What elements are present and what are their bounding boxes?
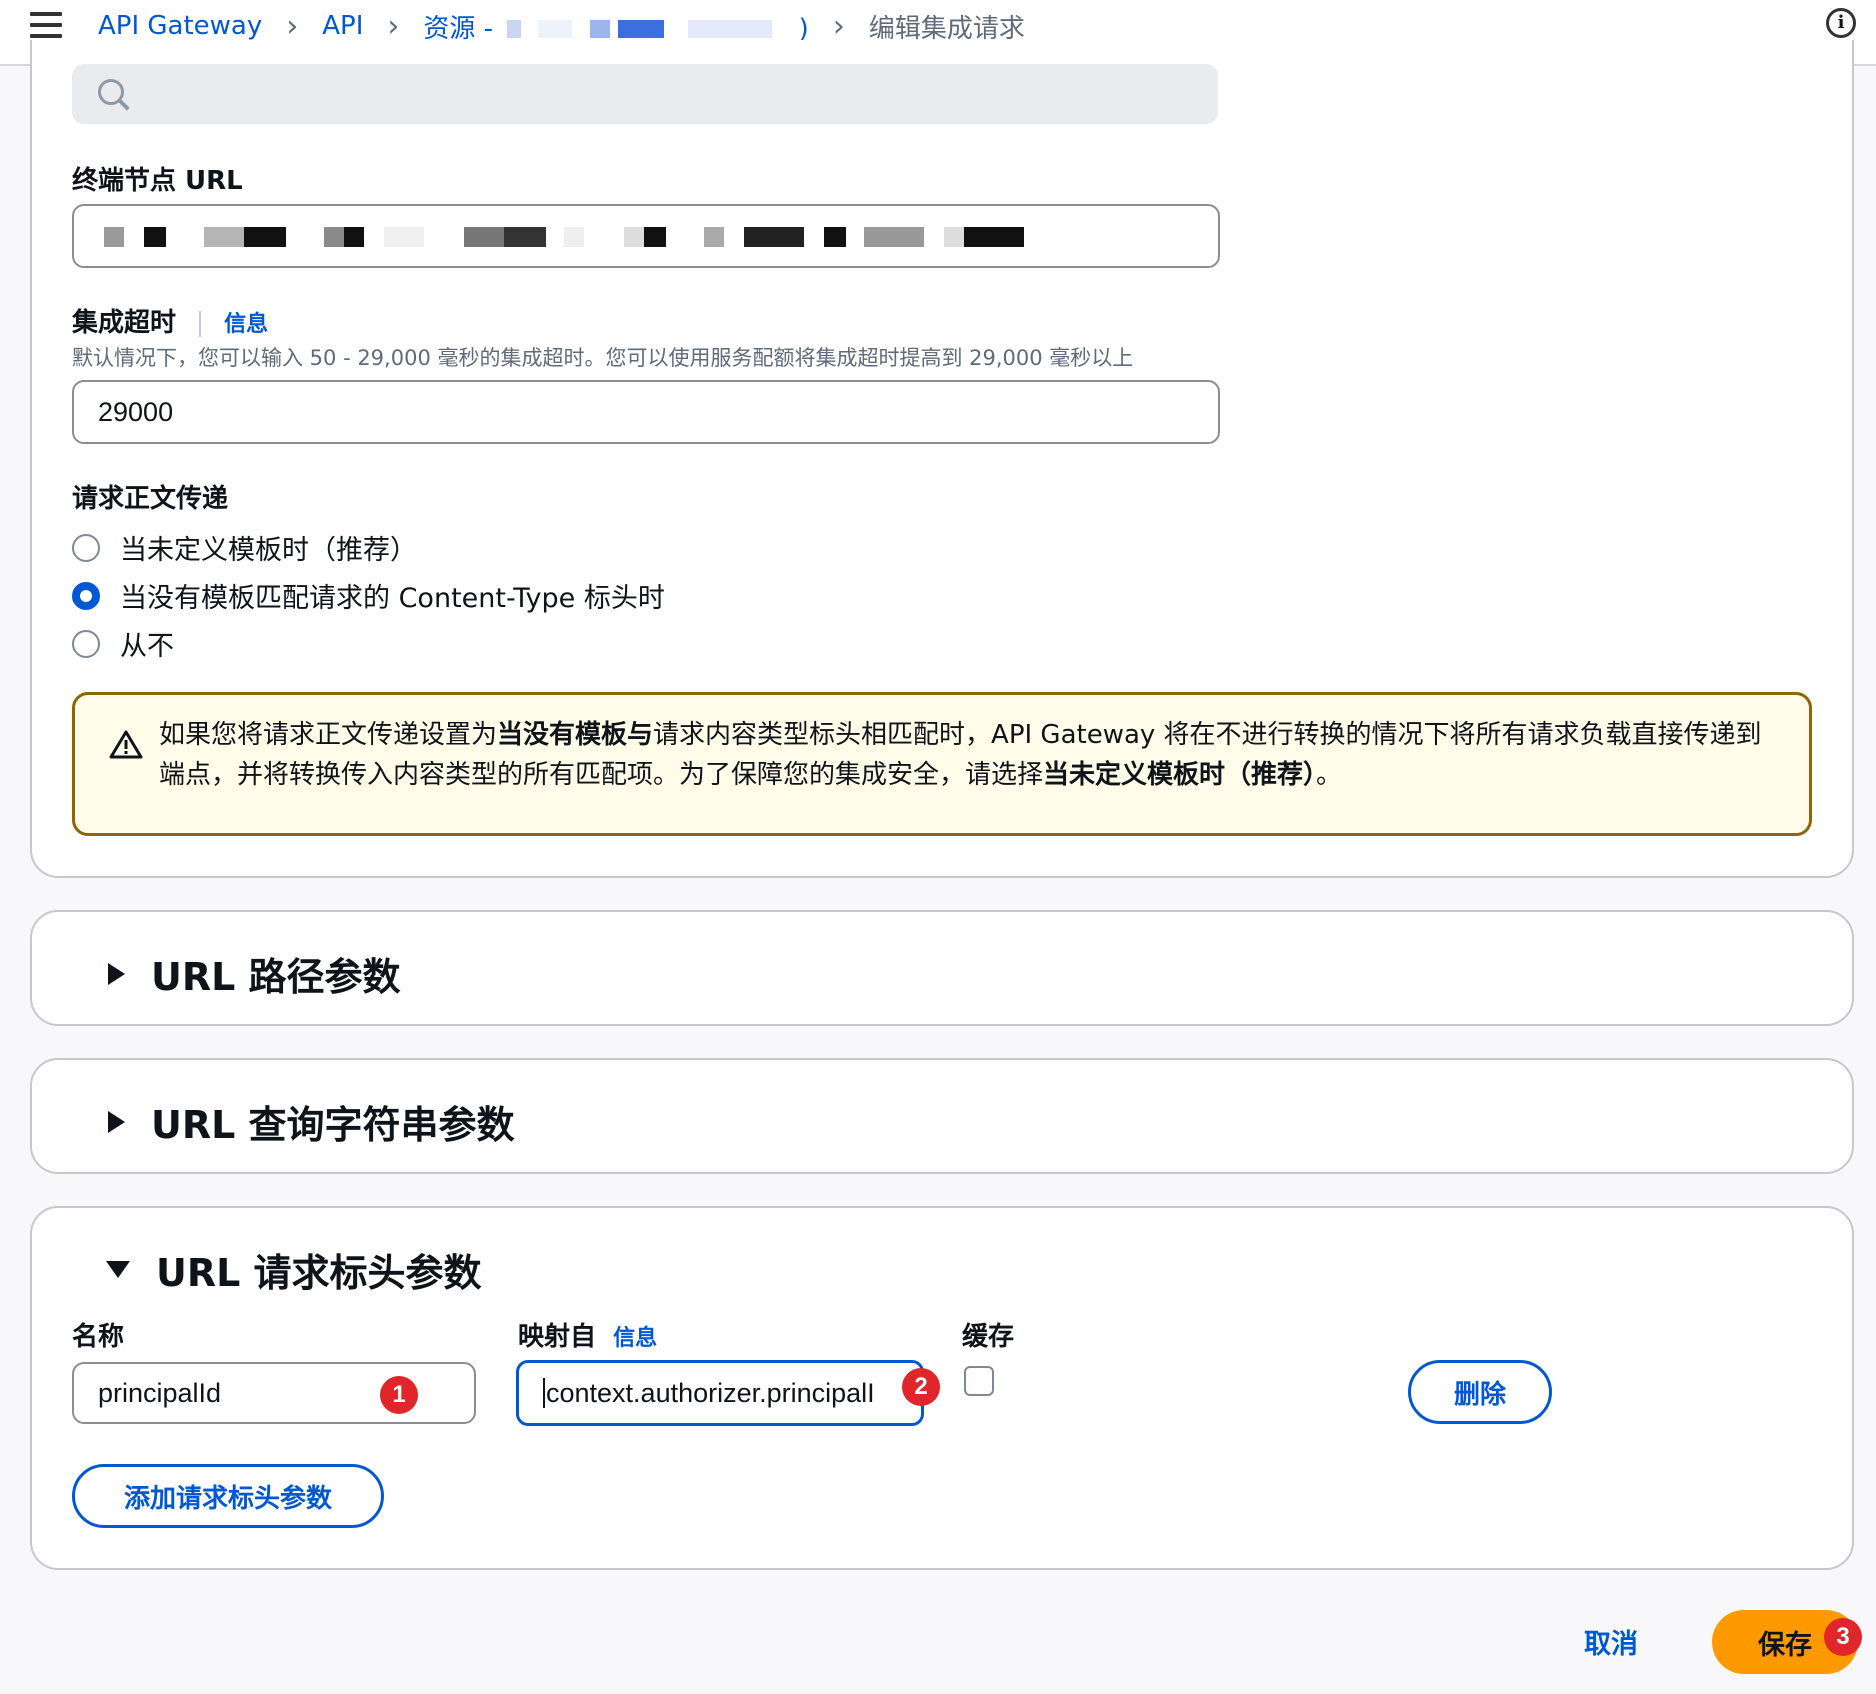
- section-title: URL 路径参数: [151, 955, 401, 999]
- url-path-params-toggle[interactable]: URL 路径参数: [76, 946, 401, 1001]
- url-path-params-section: URL 路径参数: [30, 910, 1854, 1026]
- radio-option-never[interactable]: 从不: [72, 624, 174, 663]
- caret-right-icon: [108, 1110, 125, 1133]
- search-input[interactable]: [72, 64, 1218, 124]
- radio-button-selected[interactable]: [72, 581, 100, 610]
- warning-icon: [109, 730, 143, 759]
- radio-button[interactable]: [72, 629, 100, 658]
- header-mapped-value: context.authorizer.principalI: [546, 1377, 875, 1408]
- warning-text-part: 。: [1316, 760, 1343, 790]
- add-header-param-button[interactable]: 添加请求标头参数: [72, 1464, 384, 1528]
- url-query-params-toggle[interactable]: URL 查询字符串参数: [76, 1094, 515, 1149]
- section-title: URL 请求标头参数: [156, 1251, 482, 1295]
- cache-checkbox[interactable]: [964, 1366, 994, 1396]
- timeout-input[interactable]: 29000: [72, 380, 1220, 444]
- warning-text-bold: 当未定义模板时（推荐）: [1043, 760, 1317, 790]
- caret-right-icon: [108, 962, 125, 985]
- caret-down-icon: [106, 1261, 130, 1278]
- info-icon[interactable]: i: [1826, 8, 1856, 38]
- breadcrumb-resource-label: 资源 -: [423, 13, 494, 44]
- timeout-info-link[interactable]: 信息: [224, 312, 268, 337]
- breadcrumb-current: 编辑集成请求: [868, 13, 1025, 44]
- warning-text: 如果您将请求正文传递设置为当没有模板与请求内容类型标头相匹配时，API Gate…: [159, 715, 1779, 795]
- radio-option-when-no-match[interactable]: 当没有模板匹配请求的 Content-Type 标头时: [72, 576, 665, 615]
- redacted-text: [507, 20, 522, 38]
- endpoint-url-label: 终端节点 URL: [72, 166, 243, 196]
- header-name-label: 名称: [72, 1322, 125, 1352]
- warning-alert: 如果您将请求正文传递设置为当没有模板与请求内容类型标头相匹配时，API Gate…: [72, 692, 1812, 836]
- url-header-params-toggle[interactable]: URL 请求标头参数: [76, 1242, 482, 1297]
- divider: [199, 310, 202, 337]
- radio-option-when-no-template[interactable]: 当未定义模板时（推荐）: [72, 528, 417, 567]
- redacted-text: [589, 20, 610, 38]
- radio-label: 当没有模板匹配请求的 Content-Type 标头时: [120, 583, 665, 614]
- section-title: URL 查询字符串参数: [151, 1103, 515, 1147]
- header-mapped-info-link[interactable]: 信息: [613, 1326, 657, 1351]
- timeout-description: 默认情况下，您可以输入 50 - 29,000 毫秒的集成超时。您可以使用服务配…: [72, 346, 1134, 370]
- text-caret: [543, 1378, 545, 1408]
- chevron-right-icon: ›: [286, 8, 299, 44]
- breadcrumb-resource-suffix: ): [798, 13, 809, 44]
- delete-button[interactable]: 删除: [1408, 1360, 1552, 1424]
- cancel-button[interactable]: 取消: [1584, 1622, 1638, 1661]
- timeout-label-text: 集成超时: [72, 308, 177, 338]
- radio-button[interactable]: [72, 533, 100, 562]
- breadcrumb-resource[interactable]: 资源 - ): [423, 8, 808, 45]
- radio-label: 当未定义模板时（推荐）: [120, 535, 417, 566]
- url-query-params-section: URL 查询字符串参数: [30, 1058, 1854, 1174]
- warning-text-bold: 当没有模板与: [497, 720, 654, 750]
- chevron-right-icon: ›: [832, 8, 845, 44]
- annotation-badge-3: 3: [1824, 1618, 1862, 1656]
- search-icon: [98, 79, 124, 105]
- annotation-badge-2: 2: [902, 1368, 940, 1406]
- timeout-label: 集成超时 信息: [72, 302, 268, 339]
- header-mapped-label: 映射自 信息: [518, 1316, 657, 1353]
- header-mapped-input[interactable]: context.authorizer.principalI: [516, 1360, 924, 1426]
- annotation-badge-1: 1: [380, 1376, 418, 1414]
- breadcrumb-api-gateway[interactable]: API Gateway: [98, 11, 262, 41]
- header-mapped-label-text: 映射自: [518, 1322, 597, 1352]
- passthrough-label: 请求正文传递: [72, 484, 229, 514]
- chevron-right-icon: ›: [387, 8, 400, 44]
- header-cache-label: 缓存: [962, 1322, 1015, 1352]
- radio-label: 从不: [120, 631, 174, 662]
- warning-text-part: 如果您将请求正文传递设置为: [159, 720, 498, 750]
- breadcrumb-api[interactable]: API: [322, 11, 363, 41]
- redacted-text: [618, 20, 665, 38]
- redacted-text: [688, 20, 773, 38]
- menu-icon[interactable]: [30, 12, 62, 38]
- redacted-text: [537, 20, 572, 38]
